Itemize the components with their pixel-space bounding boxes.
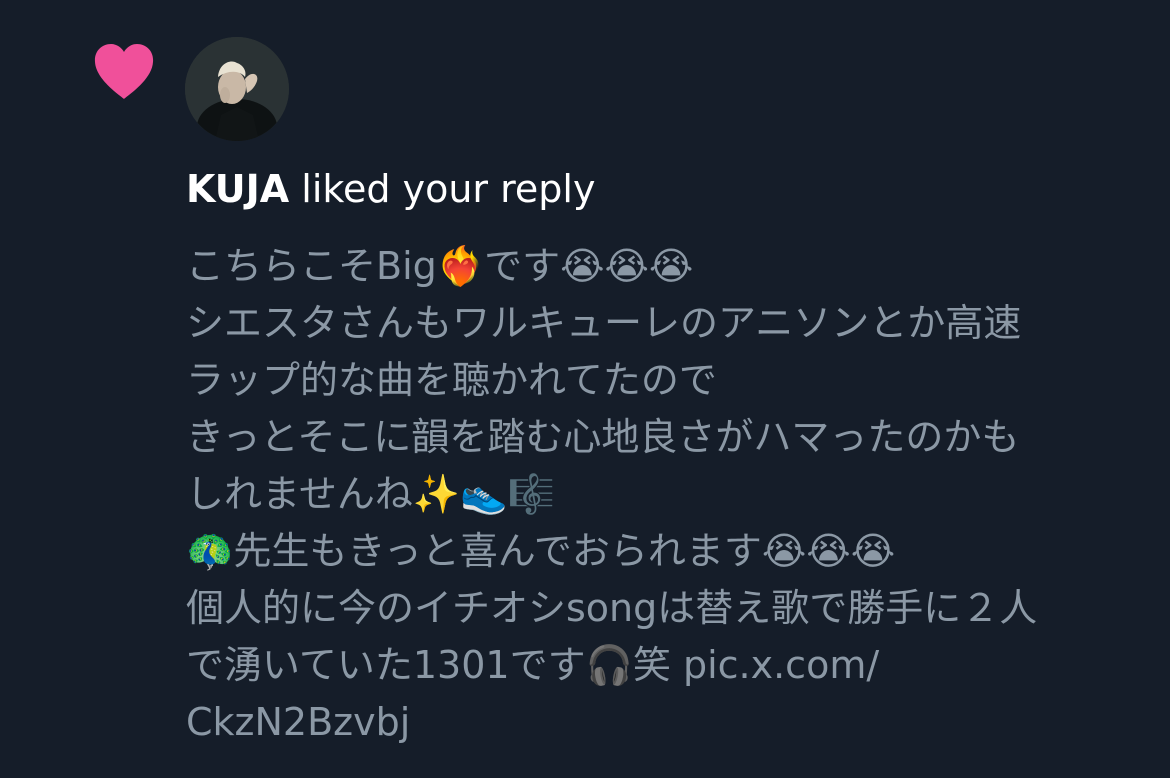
- avatar-image: [185, 37, 289, 141]
- reply-line: きっとそこに韻を踏む心地良さがハマったのかも: [186, 415, 1020, 459]
- reply-line: 個人的に今のイチオシsongは替え歌で勝手に２人: [186, 586, 1038, 630]
- reply-line: ラップ的な曲を聴かれてたので: [186, 358, 717, 402]
- user-avatar[interactable]: [185, 37, 289, 141]
- reply-line: こちらこそBig❤️‍🔥です😭😭😭: [186, 244, 694, 288]
- notification-headline: KUJA liked your reply: [186, 162, 595, 216]
- reply-line: しれませんね✨👟🎼: [186, 472, 555, 516]
- reply-line: CkzN2Bzvbj: [186, 700, 411, 744]
- reply-line: シエスタさんもワルキューレのアニソンとか高速: [186, 301, 1022, 345]
- reply-text[interactable]: こちらこそBig❤️‍🔥です😭😭😭 シエスタさんもワルキューレのアニソンとか高速…: [186, 238, 1151, 751]
- heart-icon: [94, 44, 154, 99]
- reply-line: 🦚先生もきっと喜んでおられます😭😭😭: [186, 529, 896, 573]
- reply-line: で湧いていた1301です🎧笑 pic.x.com/: [186, 643, 880, 687]
- username-link[interactable]: KUJA: [186, 167, 289, 211]
- like-notification[interactable]: KUJA liked your reply こちらこそBig❤️‍🔥です😭😭😭 …: [0, 0, 1170, 778]
- action-text: liked your reply: [289, 167, 596, 211]
